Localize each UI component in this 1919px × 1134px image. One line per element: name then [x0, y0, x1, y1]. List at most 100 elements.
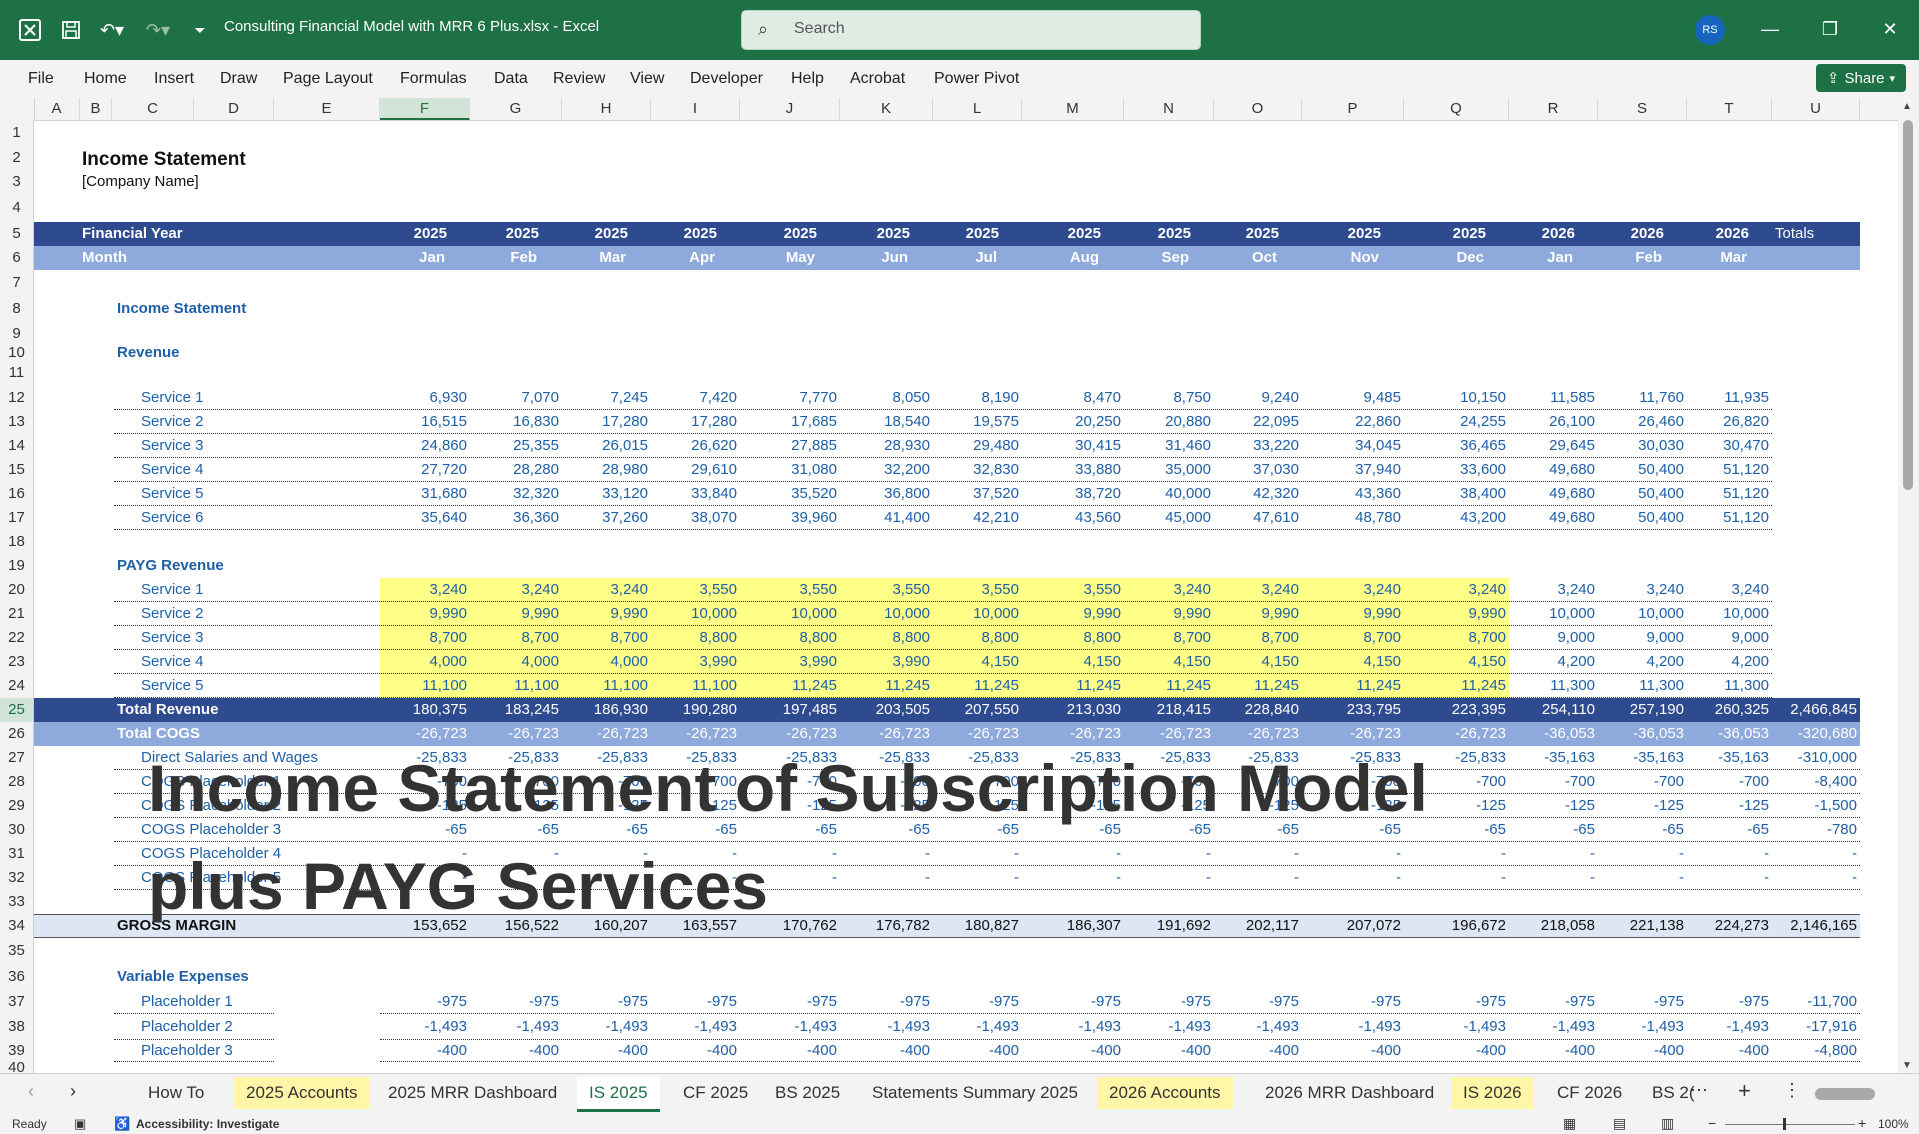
cogs-total[interactable]: -: [1747, 869, 1857, 886]
sheet-title[interactable]: Income Statement: [82, 149, 246, 171]
variable-value[interactable]: -975: [909, 993, 1019, 1010]
payg-value[interactable]: 8,800: [627, 629, 737, 646]
row-header-8[interactable]: 8: [0, 296, 34, 322]
payg-value[interactable]: 10,000: [909, 605, 1019, 622]
revenue-value[interactable]: 51,120: [1659, 485, 1769, 502]
revenue-value[interactable]: 37,520: [909, 485, 1019, 502]
ribbon-tab-view[interactable]: View: [630, 70, 664, 88]
row-header-31[interactable]: 31: [0, 842, 34, 866]
variable-row-label[interactable]: Placeholder 1: [141, 993, 233, 1010]
zoom-slider-handle[interactable]: [1783, 1118, 1786, 1130]
total-revenue-label[interactable]: Total Revenue: [117, 701, 218, 718]
status-accessibility[interactable]: Accessibility: Investigate: [136, 1117, 279, 1131]
revenue-value[interactable]: 9,240: [1189, 389, 1299, 406]
revenue-row-label[interactable]: Service 3: [141, 437, 204, 454]
row-header-35[interactable]: 35: [0, 938, 34, 964]
accessibility-icon[interactable]: ♿: [114, 1116, 130, 1132]
column-header-p[interactable]: P: [1302, 98, 1404, 120]
variable-value[interactable]: -975: [1189, 993, 1299, 1010]
variable-total[interactable]: -17,916: [1747, 1018, 1857, 1035]
revenue-value[interactable]: 33,220: [1189, 437, 1299, 454]
column-header-j[interactable]: J: [740, 98, 840, 120]
ribbon-tab-file[interactable]: File: [28, 70, 54, 88]
payg-value[interactable]: 11,245: [909, 677, 1019, 694]
cogs-value[interactable]: -: [1189, 869, 1299, 886]
company-name[interactable]: [Company Name]: [82, 173, 199, 190]
revenue-value[interactable]: 42,210: [909, 509, 1019, 526]
year-cell[interactable]: 2026: [1639, 225, 1749, 242]
revenue-value[interactable]: 51,120: [1659, 461, 1769, 478]
undo-icon[interactable]: ↶▾: [92, 14, 132, 46]
row-header-34[interactable]: 34: [0, 914, 34, 938]
cogs-total[interactable]: -310,000: [1747, 749, 1857, 766]
normal-view-icon[interactable]: ▦: [1563, 1115, 1576, 1132]
ribbon-tab-acrobat[interactable]: Acrobat: [850, 70, 905, 88]
payg-value[interactable]: 9,990: [1291, 605, 1401, 622]
revenue-value[interactable]: 48,780: [1291, 509, 1401, 526]
section-income-statement[interactable]: Income Statement: [117, 300, 246, 317]
revenue-row-label[interactable]: Service 1: [141, 389, 204, 406]
row-header-27[interactable]: 27: [0, 746, 34, 770]
revenue-value[interactable]: 17,280: [627, 413, 737, 430]
column-header-k[interactable]: K: [840, 98, 933, 120]
payg-value[interactable]: 4,150: [909, 653, 1019, 670]
total-revenue-value[interactable]: 190,280: [627, 701, 737, 718]
row-header-33[interactable]: 33: [0, 890, 34, 914]
row-header-9[interactable]: 9: [0, 322, 34, 346]
row-header-40[interactable]: 40: [0, 1060, 34, 1075]
sheet-tab-bs-2025[interactable]: BS 2025: [763, 1077, 852, 1109]
column-header-q[interactable]: Q: [1404, 98, 1509, 120]
row-header-29[interactable]: 29: [0, 794, 34, 818]
sheet-tab-cf-2026[interactable]: CF 2026: [1545, 1077, 1634, 1109]
month-cell[interactable]: Nov: [1269, 249, 1379, 266]
cogs-total[interactable]: -: [1747, 845, 1857, 862]
variable-value[interactable]: -400: [1291, 1042, 1401, 1059]
payg-value[interactable]: 11,245: [1291, 677, 1401, 694]
sheet-tab-is-2025[interactable]: IS 2025: [577, 1077, 660, 1112]
zoom-out-icon[interactable]: −: [1708, 1115, 1716, 1131]
column-header-d[interactable]: D: [194, 98, 274, 120]
revenue-value[interactable]: 37,030: [1189, 461, 1299, 478]
variable-value[interactable]: -400: [627, 1042, 737, 1059]
revenue-value[interactable]: 22,095: [1189, 413, 1299, 430]
gross-margin-value[interactable]: 207,072: [1291, 917, 1401, 934]
payg-value[interactable]: 4,150: [1189, 653, 1299, 670]
row-header-14[interactable]: 14: [0, 434, 34, 458]
cogs-total[interactable]: -780: [1747, 821, 1857, 838]
revenue-value[interactable]: 29,610: [627, 461, 737, 478]
revenue-value[interactable]: 22,860: [1291, 413, 1401, 430]
year-cell[interactable]: 2025: [1169, 225, 1279, 242]
payg-value[interactable]: 3,550: [627, 581, 737, 598]
column-header-c[interactable]: C: [112, 98, 194, 120]
row-header-26[interactable]: 26: [0, 722, 34, 746]
row-header-18[interactable]: 18: [0, 530, 34, 554]
cogs-value[interactable]: -: [1189, 845, 1299, 862]
ribbon-tab-review[interactable]: Review: [553, 70, 605, 88]
revenue-value[interactable]: 42,320: [1189, 485, 1299, 502]
payg-value[interactable]: 4,150: [1291, 653, 1401, 670]
row-header-15[interactable]: 15: [0, 458, 34, 482]
ribbon-tab-data[interactable]: Data: [494, 70, 528, 88]
total-revenue-value[interactable]: 207,550: [909, 701, 1019, 718]
payg-row-label[interactable]: Service 5: [141, 677, 204, 694]
sheet-tab-statements-summary-2025[interactable]: Statements Summary 2025: [860, 1077, 1090, 1109]
month-cell[interactable]: Apr: [605, 249, 715, 266]
revenue-row-label[interactable]: Service 4: [141, 461, 204, 478]
payg-value[interactable]: 3,240: [1659, 581, 1769, 598]
column-header-m[interactable]: M: [1022, 98, 1124, 120]
cogs-value[interactable]: -: [909, 845, 1019, 862]
sheet-tab-how-to[interactable]: How To: [136, 1077, 216, 1109]
row-header-17[interactable]: 17: [0, 506, 34, 530]
column-header-u[interactable]: U: [1772, 98, 1860, 120]
year-cell[interactable]: 2025: [1271, 225, 1381, 242]
row-header-32[interactable]: 32: [0, 866, 34, 890]
payg-value[interactable]: 8,700: [1189, 629, 1299, 646]
row-header-20[interactable]: 20: [0, 578, 34, 602]
row-header-19[interactable]: 19: [0, 554, 34, 578]
more-tabs-icon[interactable]: ⋯: [1690, 1080, 1708, 1101]
column-header-s[interactable]: S: [1598, 98, 1687, 120]
payg-value[interactable]: 9,000: [1659, 629, 1769, 646]
section-variable-expenses[interactable]: Variable Expenses: [117, 968, 249, 985]
row-header-11[interactable]: 11: [0, 360, 34, 386]
ribbon-tab-page-layout[interactable]: Page Layout: [283, 70, 373, 88]
